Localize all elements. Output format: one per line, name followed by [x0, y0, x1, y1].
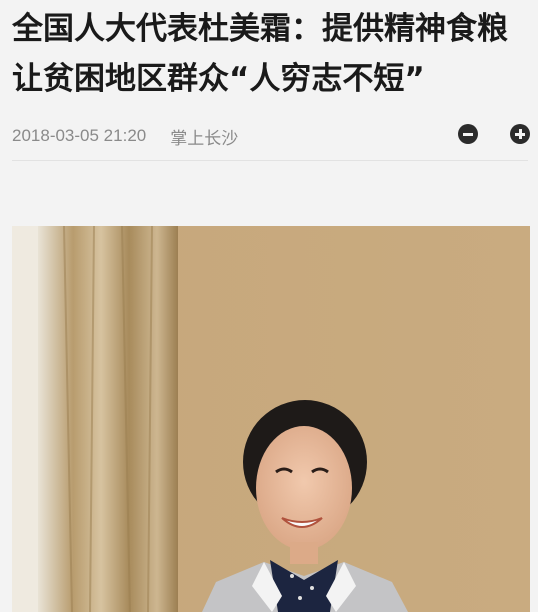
article-view: 全国人大代表杜美霜：提供精神食粮 让贫困地区群众“人穷志不短” 2018-03-… [0, 0, 538, 612]
header-divider [12, 160, 528, 161]
publish-date: 2018-03-05 21:20 [12, 126, 147, 145]
minus-circle-icon[interactable] [458, 124, 478, 144]
article-title: 全国人大代表杜美霜：提供精神食粮 让贫困地区群众“人穷志不短” [12, 11, 508, 97]
font-size-controls [458, 124, 530, 144]
plus-circle-icon[interactable] [510, 124, 530, 144]
article-photo[interactable] [12, 226, 530, 612]
article-meta: 2018-03-05 21:20 掌上长沙 [12, 120, 528, 152]
portrait-image [12, 226, 530, 612]
article-source: 掌上长沙 [170, 128, 239, 148]
